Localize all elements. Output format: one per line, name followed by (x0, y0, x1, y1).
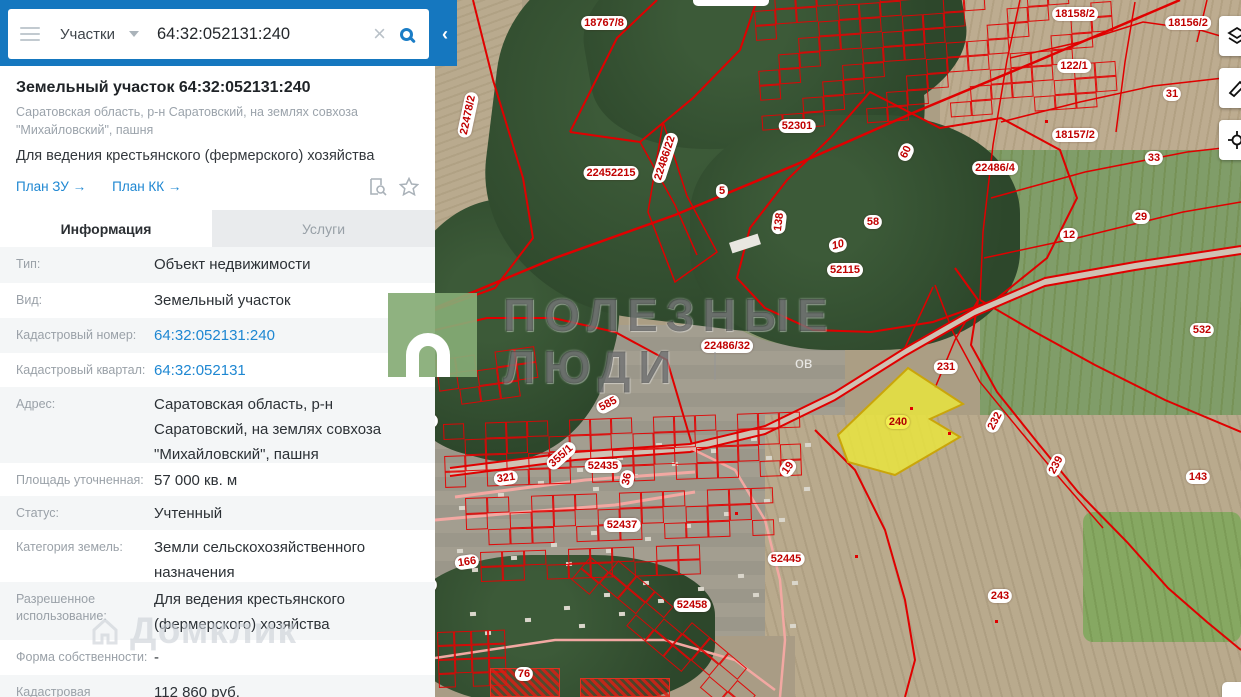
parcel-label[interactable]: 22486/32 (701, 339, 753, 353)
info-row: Площадь уточненная: 57 000 кв. м (0, 463, 435, 496)
tab-services[interactable]: Услуги (212, 210, 435, 247)
parcel-label[interactable]: 58 (863, 215, 883, 229)
parcel-label-cut[interactable] (693, 0, 769, 6)
row-label: Форма собственности: (16, 650, 148, 664)
location-button[interactable] (1219, 120, 1241, 160)
layers-button[interactable] (1219, 16, 1241, 56)
cadastral-dot (910, 407, 913, 410)
row-label: Площадь уточненная: (16, 473, 144, 487)
plan-zu-link[interactable]: План ЗУ → (16, 179, 86, 194)
parcel-label[interactable]: 143 (1185, 470, 1211, 484)
parcel-label[interactable]: 29 (1131, 210, 1151, 224)
crosshair-icon (1228, 131, 1241, 149)
row-label: Разрешенное использование: (16, 592, 107, 623)
parcel-label[interactable]: 5 (715, 184, 729, 198)
row-value: Саратовская область, р-н Саратовский, на… (154, 396, 382, 463)
map-canvas[interactable]: 18767/8 22478/2 22486/22 22452215 52301 60 224… (365, 0, 1241, 697)
usage-text: Для ведения крестьянского (фермерского) … (16, 148, 375, 164)
parcel-label[interactable]: 240 (885, 415, 911, 429)
row-label: Адрес: (16, 397, 56, 411)
search-box: Участки 64:32:052131:240 × (8, 9, 429, 59)
parcel-label[interactable]: 22452215 (583, 166, 639, 180)
info-row: Форма собственности: - (0, 640, 435, 675)
menu-button[interactable] (20, 23, 40, 45)
layers-icon (1227, 26, 1241, 45)
parcel-label[interactable]: 22486/4 (972, 161, 1018, 175)
search-category-select[interactable]: Участки (60, 26, 115, 43)
parcel-label[interactable]: 18157/2 (1052, 128, 1098, 142)
info-row: Адрес: Саратовская область, р-н Саратовск… (0, 387, 435, 463)
row-value-link[interactable]: 64:32:052131 (154, 358, 419, 387)
row-value-link[interactable]: 64:32:052131:240 (154, 323, 419, 353)
cadastral-dot (948, 432, 951, 435)
row-label: Тип: (16, 257, 41, 271)
search-button[interactable] (400, 27, 413, 41)
parcel-label[interactable]: 18158/2 (1052, 7, 1098, 21)
page-title: Земельный участок 64:32:052131:240 (16, 79, 311, 96)
parcel-label[interactable]: 18156/2 (1165, 16, 1211, 30)
parcel-label[interactable]: 52301 (778, 119, 816, 133)
doc-search-icon[interactable] (368, 177, 387, 196)
parcel-label[interactable]: 33 (1144, 151, 1164, 165)
favorite-star-icon[interactable] (399, 177, 419, 196)
row-value: - (154, 649, 159, 666)
info-row: Разрешенное использование: Для ведения кр… (0, 582, 435, 640)
info-row: Кадастровый номер: 64:32:052131:240 (0, 318, 435, 353)
parcel-label[interactable]: 231 (933, 360, 959, 374)
parcel-label[interactable]: 18767/8 (581, 16, 627, 30)
search-header: Участки 64:32:052131:240 × (0, 0, 457, 66)
row-value: Для ведения крестьянского (фермерского) … (154, 591, 345, 633)
plan-kk-link[interactable]: План КК → (112, 179, 181, 194)
cadastral-dot (735, 512, 738, 515)
parcel-label[interactable]: 122/1 (1057, 59, 1091, 73)
row-value: 112 860 руб. (154, 684, 240, 697)
row-label: Категория земель: (16, 540, 123, 554)
watermark-divider (714, 352, 716, 380)
row-label: Кадастровый квартал: (16, 363, 146, 377)
cadastral-dot (855, 555, 858, 558)
clear-search-button[interactable]: × (373, 21, 386, 47)
info-row: Кадастровый квартал: 64:32:052131 (0, 353, 435, 387)
parcel-label[interactable]: 31 (1162, 87, 1182, 101)
map-control-cut[interactable] (1222, 682, 1241, 697)
info-row: Вид: Земельный участок (0, 283, 435, 318)
info-row: Кадастровая стоимость: 112 860 руб. (0, 675, 435, 697)
search-input[interactable]: 64:32:052131:240 (157, 25, 290, 44)
parcel-info-panel: Земельный участок 64:32:052131:240 Сарат… (0, 65, 435, 697)
row-value: Учтенный (154, 505, 223, 522)
parcel-label[interactable]: 532 (1189, 323, 1215, 337)
measure-button[interactable] (1219, 68, 1241, 108)
parcel-label[interactable]: 52458 (673, 598, 711, 612)
parcel-label[interactable]: 52435 (584, 459, 622, 473)
info-row: Статус: Учтенный (0, 496, 435, 530)
parcel-label[interactable]: 76 (514, 667, 534, 681)
row-label: Статус: (16, 506, 59, 520)
collapse-panel-button[interactable]: ‹ (433, 15, 457, 53)
cadastral-dot (995, 620, 998, 623)
dense-parcels-area (580, 678, 670, 697)
row-value: 57 000 кв. м (154, 472, 238, 489)
parcel-label[interactable]: 52445 (767, 552, 805, 566)
info-row: Категория земель: Земли сельскохозяйствен… (0, 530, 435, 582)
chevron-down-icon (129, 31, 139, 37)
row-label: Вид: (16, 293, 43, 307)
tab-information[interactable]: Информация (0, 210, 212, 247)
row-value: Земли сельскохозяйственного назначения (154, 539, 366, 581)
parcel-label[interactable]: 243 (987, 589, 1013, 603)
row-label: Кадастровый номер: (16, 328, 137, 342)
parcel-label[interactable]: 12 (1059, 228, 1079, 242)
row-value: Земельный участок (154, 292, 291, 309)
parcel-label[interactable]: 52115 (827, 263, 863, 277)
parcel-label[interactable]: 52437 (603, 518, 641, 532)
cadastral-dot (1045, 120, 1048, 123)
parcel-subtitle: Саратовская область, р-н Саратовский, на… (16, 105, 358, 137)
people-watermark-logo (388, 293, 477, 377)
row-value: Объект недвижимости (154, 256, 311, 273)
watermark-suffix: ов (795, 355, 813, 372)
info-row: Тип: Объект недвижимости (0, 247, 435, 283)
row-label: Кадастровая стоимость: (16, 685, 91, 697)
ruler-pencil-icon (1228, 80, 1241, 98)
